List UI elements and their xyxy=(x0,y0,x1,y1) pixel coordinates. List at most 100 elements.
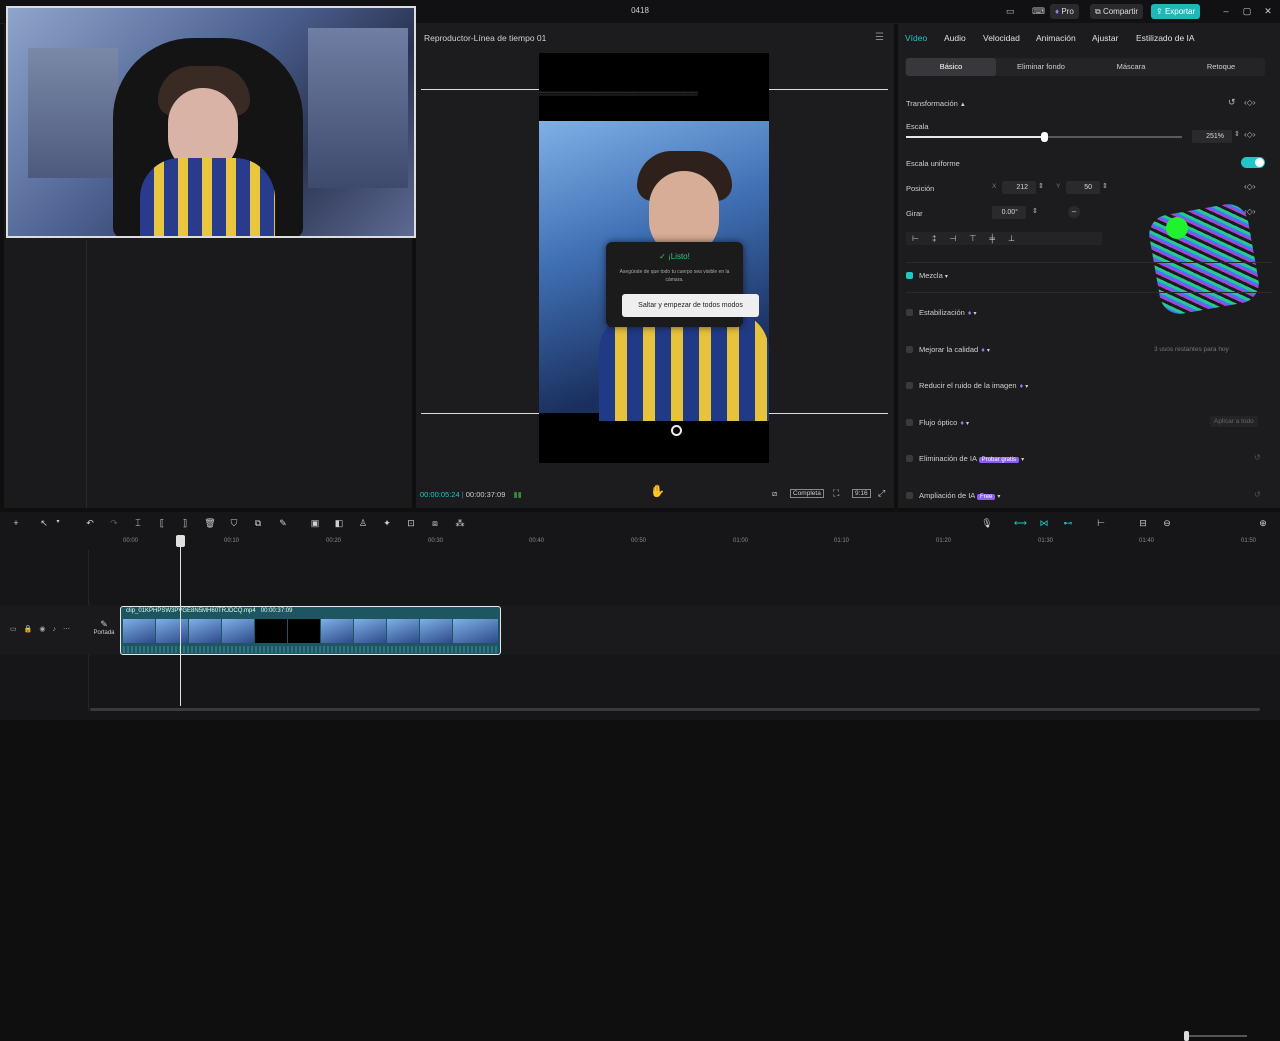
video-clip[interactable]: clip_01KPHPSW3PVGE8N5MH60TRJDCQ.mp4 00:0… xyxy=(120,606,501,655)
denoise-row[interactable]: Reducir el ruido de la imagen ♦ ▾ xyxy=(906,381,1028,390)
crop-icon[interactable]: ⧉ xyxy=(252,518,264,529)
split-left-icon[interactable]: ⟦ xyxy=(156,518,168,529)
freeze-icon[interactable]: ▣ xyxy=(309,518,321,529)
stabilization-checkbox[interactable] xyxy=(906,309,913,316)
minimize-icon[interactable]: – xyxy=(1220,5,1232,17)
scale-slider[interactable] xyxy=(906,132,1182,142)
caption-icon[interactable]: ⊟ xyxy=(1137,518,1149,529)
export-button[interactable]: ⇪ Exportar xyxy=(1151,4,1201,19)
rotate-stepper-icon[interactable]: ⇕ xyxy=(1032,207,1038,215)
align-right-icon[interactable]: ⊣ xyxy=(949,234,969,243)
ratio-button[interactable]: 9:16 xyxy=(852,489,871,498)
uniform-scale-toggle[interactable] xyxy=(1241,157,1265,168)
tab-audio[interactable]: Audio xyxy=(944,33,966,43)
ai-upscale-reset-icon[interactable]: ↺ xyxy=(1254,490,1261,499)
ai-removal-reset-icon[interactable]: ↺ xyxy=(1254,453,1261,462)
pos-y-stepper-icon[interactable]: ⇕ xyxy=(1102,182,1108,190)
more-icon[interactable]: ⋯ xyxy=(63,626,77,633)
draw-icon[interactable]: ✎ xyxy=(277,518,289,529)
subtab-remove-bg[interactable]: Eliminar fondo xyxy=(996,58,1086,76)
resize-icon[interactable]: ⊡ xyxy=(405,518,417,529)
preview-axis-icon[interactable]: ⊢ xyxy=(1095,518,1107,529)
redo-icon[interactable]: ↷ xyxy=(108,518,120,529)
undo-icon[interactable]: ↶ xyxy=(84,518,96,529)
reset-icon[interactable]: ↺ xyxy=(1228,97,1236,108)
layout-icon[interactable]: ▭ xyxy=(1006,6,1015,17)
add-track-icon[interactable]: + xyxy=(10,518,22,528)
zoom-out-icon[interactable]: ⊖ xyxy=(1161,518,1173,529)
snap-icon[interactable]: ⊷ xyxy=(1062,518,1074,529)
rotate-flip-button[interactable]: – xyxy=(1068,206,1080,218)
blend-row[interactable]: Mezcla ▾ xyxy=(906,271,948,280)
shortcut-icon[interactable]: ⌨ xyxy=(1032,6,1045,17)
shield-icon[interactable]: ⛉ xyxy=(228,518,240,529)
tab-speed[interactable]: Velocidad xyxy=(983,33,1020,43)
playhead[interactable] xyxy=(176,535,185,706)
eye-icon[interactable]: ◉ xyxy=(39,626,52,633)
scale-input[interactable]: 251% xyxy=(1192,130,1232,143)
align-left-icon[interactable]: ⊢ xyxy=(912,234,932,243)
pro-button[interactable]: ♦ Pro xyxy=(1050,4,1079,19)
magnet-icon[interactable]: ⋈ xyxy=(1038,518,1050,529)
subtab-retouch[interactable]: Retoque xyxy=(1176,58,1266,76)
preview-record-icon[interactable] xyxy=(671,425,682,436)
close-icon[interactable]: ✕ xyxy=(1262,5,1274,17)
tab-ai-style[interactable]: Estilizado de IA xyxy=(1136,33,1195,43)
scrollbar[interactable] xyxy=(90,708,1260,711)
transform-header[interactable]: Transformación ▲ xyxy=(906,99,966,108)
stabilization-row[interactable]: Estabilización ♦ ▾ xyxy=(906,308,977,317)
timeline-ruler[interactable]: 00:00 00:10 00:20 00:30 00:40 00:50 01:0… xyxy=(0,536,1280,550)
enhance-row[interactable]: Mejorar la calidad ♦ ▾ xyxy=(906,345,990,354)
picture-icon[interactable]: ⧈ xyxy=(429,518,441,529)
enhance-checkbox[interactable] xyxy=(906,346,913,353)
position-keyframe-icon[interactable]: ‹◇› xyxy=(1244,182,1255,191)
delete-icon[interactable]: 🗑 xyxy=(204,518,216,529)
scale-keyframe-icon[interactable]: ‹◇› xyxy=(1244,130,1255,139)
share-button[interactable]: ⧉ Compartir xyxy=(1090,4,1144,19)
zoom-slider[interactable] xyxy=(1185,1035,1247,1037)
subtab-mask[interactable]: Máscara xyxy=(1086,58,1176,76)
skip-start-button[interactable]: Saltar y empezar de todos modos xyxy=(622,294,759,317)
lock-icon[interactable]: 🔒 xyxy=(24,626,40,633)
apply-all-button[interactable]: Aplicar a todo xyxy=(1210,416,1258,427)
optical-flow-row[interactable]: Flujo óptico ♦ ▾ xyxy=(906,418,969,427)
person-icon[interactable]: ♙ xyxy=(357,518,369,529)
align-center-icon[interactable]: ‡ xyxy=(932,234,949,243)
align-top-icon[interactable]: ⊤ xyxy=(969,234,989,243)
scale-stepper-icon[interactable]: ⇕ xyxy=(1234,130,1240,138)
ai-removal-row[interactable]: Eliminación de IA Probar gratis ▾ xyxy=(906,454,1024,463)
blend-checkbox[interactable] xyxy=(906,272,913,279)
link-icon[interactable]: ⟷ xyxy=(1014,518,1027,529)
align-bottom-icon[interactable]: ⊥ xyxy=(1008,234,1028,243)
fit-icon[interactable]: ⧄ xyxy=(772,489,777,499)
tab-adjust[interactable]: Ajustar xyxy=(1092,33,1118,43)
split-right-icon[interactable]: ⟧ xyxy=(179,518,191,529)
pos-y-input[interactable]: 50 xyxy=(1066,181,1100,194)
zoom-slider-knob[interactable] xyxy=(1184,1031,1189,1041)
zoom-in-icon[interactable]: ⊕ xyxy=(1257,518,1269,529)
track-icon[interactable]: ▭ xyxy=(10,626,24,633)
keyframe-icon[interactable]: ‹◇› xyxy=(1244,98,1255,107)
microphone-icon[interactable]: 🎙 xyxy=(981,518,993,529)
menu-icon[interactable]: ☰ xyxy=(875,32,884,43)
maximize-icon[interactable]: ▢ xyxy=(1241,5,1253,17)
cover-button[interactable]: ✎ Portada xyxy=(92,619,116,643)
chevron-down-icon[interactable]: ▾ xyxy=(52,518,64,525)
audio-icon[interactable]: ♪ xyxy=(52,626,63,633)
mirror-icon[interactable]: ◧ xyxy=(333,518,345,529)
rotate-input[interactable]: 0.00° xyxy=(992,206,1026,219)
split-icon[interactable]: ⌶ xyxy=(132,518,144,529)
complete-button[interactable]: Completa xyxy=(790,489,824,498)
ai-removal-checkbox[interactable] xyxy=(906,455,913,462)
optical-flow-checkbox[interactable] xyxy=(906,419,913,426)
pos-x-stepper-icon[interactable]: ⇕ xyxy=(1038,182,1044,190)
tab-animation[interactable]: Animación xyxy=(1036,33,1076,43)
select-tool-icon[interactable]: ↖ xyxy=(38,518,50,529)
subtab-basic[interactable]: Básico xyxy=(906,58,996,76)
scale-slider-knob[interactable] xyxy=(1041,132,1048,142)
playhead-handle[interactable] xyxy=(176,535,185,547)
align-middle-icon[interactable]: ╪ xyxy=(989,234,1008,243)
tab-video[interactable]: Vídeo xyxy=(905,33,927,43)
fullscreen-icon[interactable]: ⤢ xyxy=(878,488,885,499)
magic-icon[interactable]: ✦ xyxy=(381,518,393,529)
